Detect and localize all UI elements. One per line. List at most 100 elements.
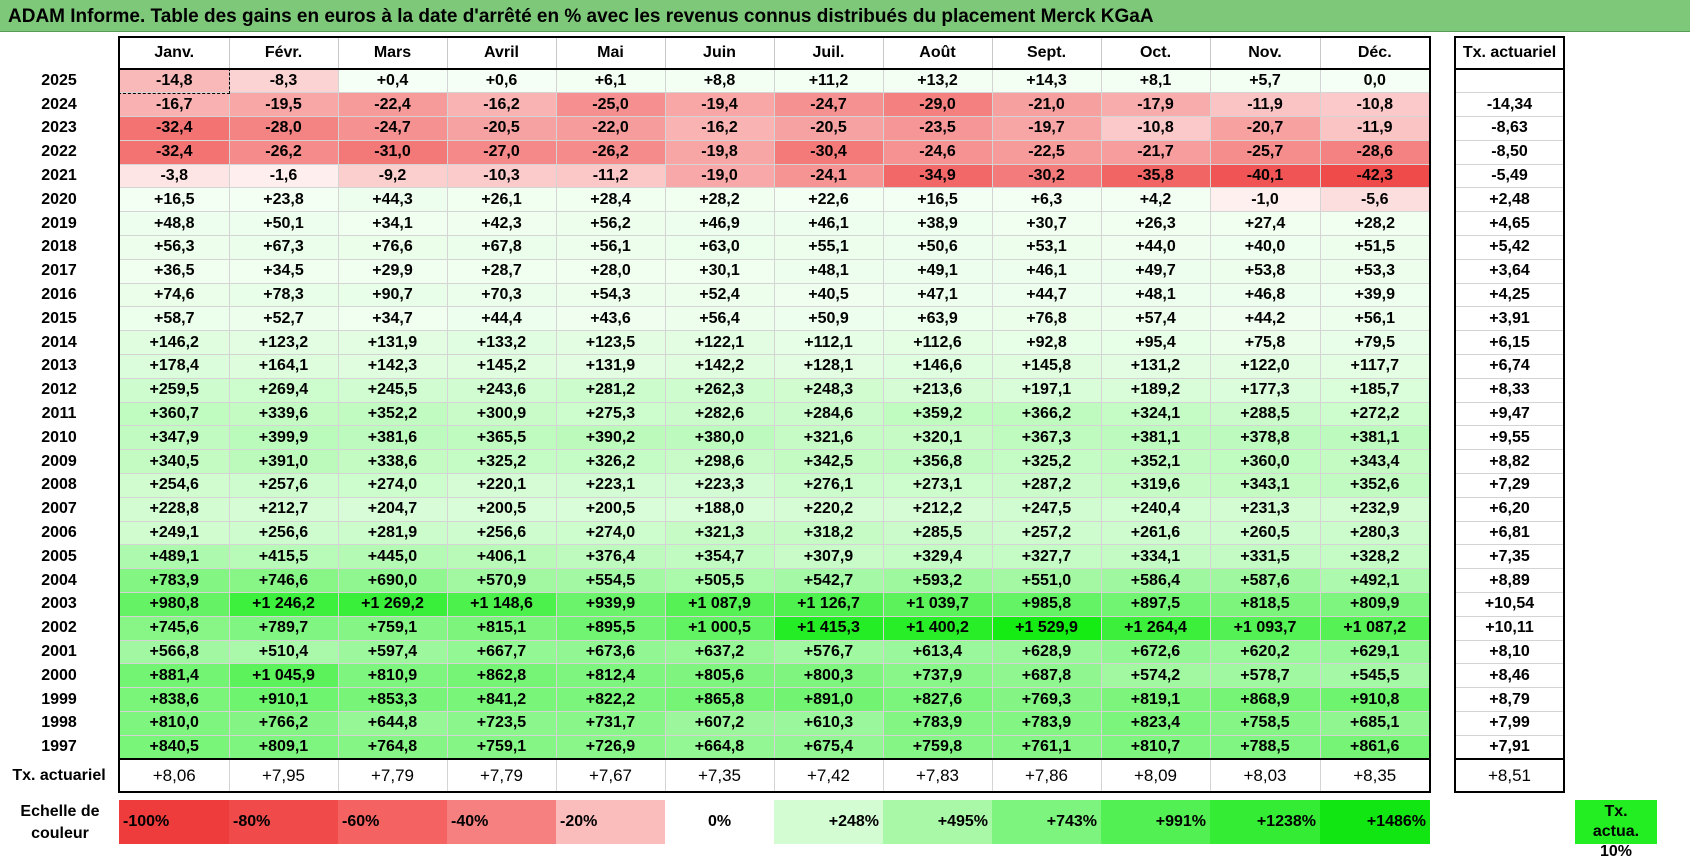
gain-cell: +256,6: [446, 520, 557, 546]
gain-cell: +1 093,7: [1209, 615, 1321, 641]
gain-cell: +812,4: [555, 663, 666, 689]
gain-cell: +576,7: [773, 639, 884, 665]
gains-table: Janv. Févr. Mars Avril Mai Juin Juil. Août Sept.…: [0, 36, 1565, 794]
gain-cell: +200,5: [446, 496, 557, 522]
gain-cell: +690,0: [337, 568, 448, 594]
gain-cell: +288,5: [1209, 401, 1321, 427]
gain-cell: +22,6: [773, 187, 884, 213]
gain-cell: +868,9: [1209, 687, 1321, 713]
gain-cell: +687,8: [991, 663, 1102, 689]
table-row: 2003 +980,8 +1 246,2 +1 269,2 +1 148,6 +939,9…: [0, 592, 1565, 617]
gain-cell: +54,3: [555, 282, 666, 308]
gain-cell: +274,0: [555, 520, 666, 546]
gain-cell: +445,0: [337, 544, 448, 570]
scale-swatch: -20%: [556, 800, 665, 844]
summary-cell: +8,09: [1101, 758, 1211, 794]
gain-cell: -30,4: [773, 139, 884, 165]
gain-cell: +783,9: [991, 711, 1102, 736]
gain-cell: +367,3: [991, 425, 1102, 451]
rate-cell: +2,48: [1454, 187, 1565, 213]
gain-cell: +223,3: [664, 473, 775, 498]
gain-cell: +261,6: [1100, 520, 1211, 546]
gain-cell: +52,7: [228, 306, 339, 332]
gain-cell: +262,3: [664, 377, 775, 403]
year-label: 2010: [41, 428, 77, 446]
spacer: [1430, 92, 1455, 117]
gain-cell: +131,2: [1100, 354, 1211, 379]
gain-cell: +897,5: [1100, 592, 1211, 617]
gain-cell: +56,1: [1319, 306, 1431, 332]
spacer: [1430, 164, 1455, 188]
gain-cell: -28,0: [228, 116, 339, 141]
gain-cell: +613,4: [882, 639, 993, 665]
gain-cell: +823,4: [1100, 711, 1211, 736]
gain-cell: -29,0: [882, 92, 993, 118]
gain-cell: +204,7: [337, 496, 448, 522]
summary-cell: +7,42: [774, 758, 884, 794]
table-row: 1999 +838,6 +910,1 +853,3 +841,2 +822,2 +865,8…: [0, 687, 1565, 713]
year-label: 2014: [41, 333, 77, 351]
spacer: [1430, 283, 1455, 307]
gain-cell: +746,6: [228, 568, 339, 594]
gain-cell: +50,1: [228, 211, 339, 237]
gain-cell: +587,6: [1209, 568, 1321, 594]
scale-rate-line2: actua. 10%: [1592, 823, 1640, 860]
year-label: 2017: [41, 262, 77, 280]
rate-cell: +8,46: [1454, 663, 1565, 689]
gain-cell: -1,6: [228, 163, 339, 189]
gain-cell: +570,9: [446, 568, 557, 594]
summary-cell: +7,79: [447, 758, 557, 794]
gain-cell: +339,6: [228, 401, 339, 427]
month-header: Août: [882, 36, 993, 70]
gain-cell: +586,4: [1100, 568, 1211, 594]
table-row: 1997 +840,5 +809,1 +764,8 +759,1 +726,9 +664,8…: [0, 734, 1565, 761]
gain-cell: +123,5: [555, 330, 666, 356]
scale-swatch: +743%: [992, 800, 1101, 844]
spacer: [1430, 663, 1455, 688]
gain-cell: +248,3: [773, 377, 884, 403]
month-header: Janv.: [118, 36, 230, 70]
gain-cell: +16,5: [118, 187, 230, 213]
gain-cell: +865,8: [664, 687, 775, 713]
gain-cell: +338,6: [337, 449, 448, 475]
gain-cell: +276,1: [773, 473, 884, 498]
year-label: 2000: [41, 666, 77, 684]
gain-cell: +49,1: [882, 258, 993, 284]
table-row: 2018 +56,3 +67,3 +76,6 +67,8 +56,1 +63,0 +55,1 +…: [0, 235, 1565, 260]
year-label: 2009: [41, 452, 77, 470]
gain-cell: +231,3: [1209, 496, 1321, 522]
rate-cell: +8,82: [1454, 449, 1565, 475]
gain-cell: +551,0: [991, 568, 1102, 594]
gain-cell: +46,8: [1209, 282, 1321, 308]
gain-cell: +46,1: [991, 258, 1102, 284]
gain-cell: +726,9: [555, 734, 666, 761]
gain-cell: +360,0: [1209, 449, 1321, 475]
table-row: 2000 +881,4 +1 045,9 +810,9 +862,8 +812,4 +805…: [0, 663, 1565, 689]
gain-cell: +637,2: [664, 639, 775, 665]
gain-cell: -21,7: [1100, 139, 1211, 165]
gain-cell: +620,2: [1209, 639, 1321, 665]
gain-cell: +26,1: [446, 187, 557, 213]
gain-cell: +737,9: [882, 663, 993, 689]
gain-cell: +254,6: [118, 473, 230, 498]
gain-cell: +44,3: [337, 187, 448, 213]
gain-cell: -26,2: [555, 139, 666, 165]
summary-cell: +7,79: [338, 758, 448, 794]
gain-cell: +759,1: [446, 734, 557, 761]
gain-cell: +492,1: [1319, 568, 1431, 594]
gain-cell: +131,9: [555, 354, 666, 379]
gain-cell: +67,3: [228, 235, 339, 260]
gain-cell: +8,8: [664, 68, 775, 94]
gain-cell: +840,5: [118, 734, 230, 761]
year-label: 2011: [41, 405, 77, 423]
gain-cell: +269,4: [228, 377, 339, 403]
gain-cell: +320,1: [882, 425, 993, 451]
gain-cell: +34,1: [337, 211, 448, 237]
gain-cell: +28,2: [664, 187, 775, 213]
spacer: [1430, 735, 1455, 760]
spacer: [1430, 544, 1455, 569]
rate-cell: -14,34: [1454, 92, 1565, 118]
gain-cell: +1 000,5: [664, 615, 775, 641]
gain-cell: +1 400,2: [882, 615, 993, 641]
table-row: 2008 +254,6 +257,6 +274,0 +220,1 +223,1 +223,3…: [0, 473, 1565, 498]
